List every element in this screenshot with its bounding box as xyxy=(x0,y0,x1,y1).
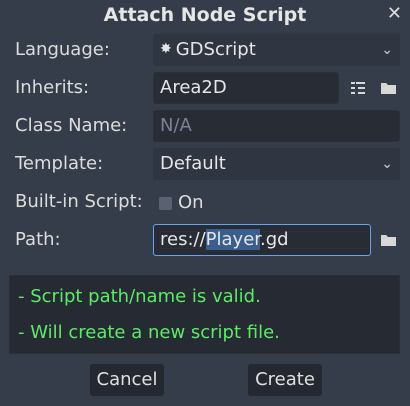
gear-icon: ✸ xyxy=(160,41,172,57)
dialog-title: Attach Node Script xyxy=(103,4,307,26)
status-message: - Will create a new script file. xyxy=(18,322,280,343)
template-dropdown[interactable]: Default ⌄ xyxy=(153,148,400,180)
language-label: Language: xyxy=(15,39,110,60)
chevron-down-icon: ⌄ xyxy=(381,156,393,172)
attach-node-script-dialog: Attach Node Script ✕ Language: ✸ GDScript… xyxy=(0,0,410,406)
path-prefix: res:// xyxy=(160,229,206,250)
builtin-checkbox-label[interactable]: On xyxy=(178,188,204,218)
language-value: GDScript xyxy=(175,39,256,60)
status-message: - Script path/name is valid. xyxy=(18,286,261,307)
builtin-checkbox[interactable] xyxy=(159,197,172,210)
path-suffix: .gd xyxy=(260,229,289,250)
path-selection: Player xyxy=(205,229,261,250)
inherits-label: Inherits: xyxy=(15,77,90,98)
folder-icon[interactable] xyxy=(378,77,400,99)
template-value: Default xyxy=(160,153,226,174)
class-name-placeholder: N/A xyxy=(160,115,192,136)
cancel-button[interactable]: Cancel xyxy=(90,364,164,396)
template-label: Template: xyxy=(15,153,104,174)
path-input[interactable]: res://Player.gd xyxy=(153,224,371,256)
create-button[interactable]: Create xyxy=(248,364,322,396)
folder-icon[interactable] xyxy=(378,229,400,251)
language-dropdown[interactable]: ✸ GDScript ⌄ xyxy=(153,34,400,66)
status-message-box: - Script path/name is valid. - Will crea… xyxy=(9,275,400,354)
inherits-input[interactable]: Area2D xyxy=(153,72,339,104)
path-label: Path: xyxy=(15,229,61,250)
node-tree-icon[interactable] xyxy=(348,77,370,99)
class-name-input[interactable]: N/A xyxy=(153,110,400,142)
close-icon[interactable]: ✕ xyxy=(387,3,402,25)
chevron-down-icon: ⌄ xyxy=(381,42,393,58)
builtin-script-label: Built-in Script: xyxy=(15,191,143,212)
class-name-label: Class Name: xyxy=(15,115,128,136)
